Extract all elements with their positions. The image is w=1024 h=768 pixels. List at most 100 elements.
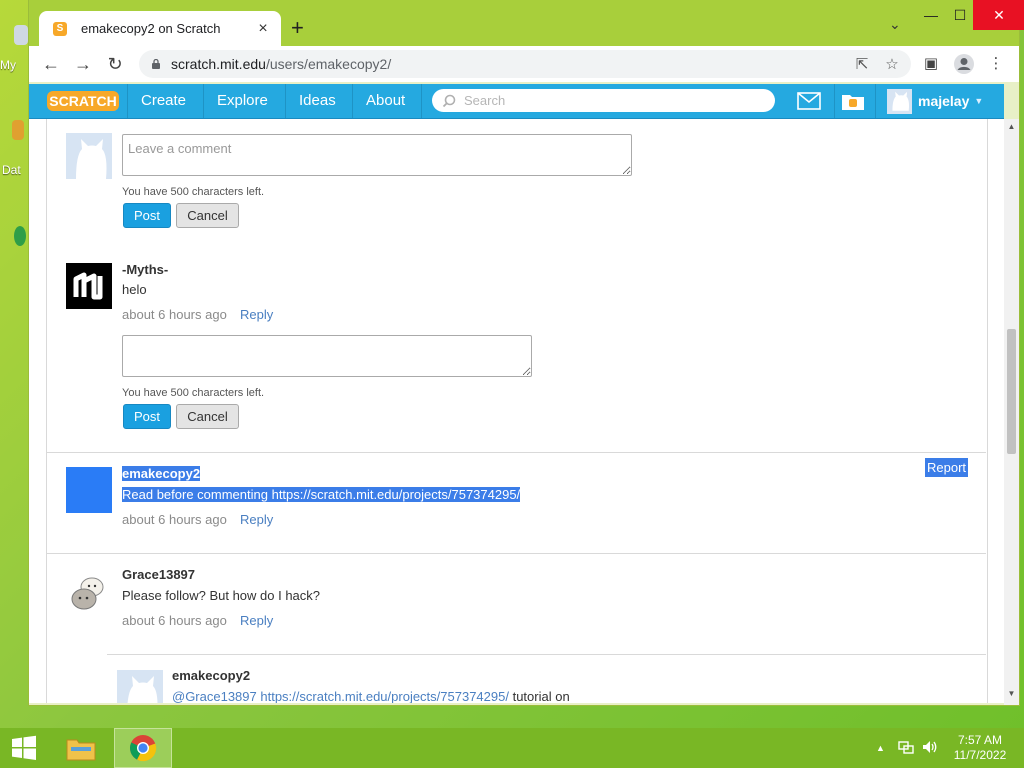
mention-link[interactable]: @Grace13897 bbox=[172, 689, 257, 703]
tab-search-chevron-icon[interactable]: ⌄ bbox=[889, 16, 901, 33]
cat-cartoon-avatar-icon bbox=[66, 569, 112, 615]
desktop-icon-computer[interactable] bbox=[14, 25, 28, 45]
scratch-logo-text: SCRATCH bbox=[49, 93, 116, 109]
vertical-scrollbar[interactable]: ▲ ▼ bbox=[1004, 119, 1019, 705]
desktop-label-my: My bbox=[0, 58, 16, 72]
reply-text-tail: tutorial on bbox=[512, 689, 570, 703]
taskbar-clock[interactable]: 7:57 AM 11/7/2022 bbox=[948, 733, 1012, 763]
comment-timestamp: about 6 hours ago bbox=[122, 307, 227, 322]
search-input[interactable] bbox=[462, 92, 766, 109]
comment-text: Read before commenting https://scratch.m… bbox=[122, 487, 521, 502]
browser-tab-active[interactable]: S emakecopy2 on Scratch × bbox=[39, 11, 281, 46]
scratch-favicon-icon: S bbox=[53, 21, 67, 36]
chrome-taskbar-button[interactable] bbox=[114, 728, 172, 768]
post-comment-button[interactable]: Post bbox=[123, 203, 171, 228]
chrome-menu-icon[interactable]: ⋮ bbox=[985, 53, 1007, 75]
back-arrow-icon[interactable]: ← bbox=[39, 52, 63, 76]
post-reply-button[interactable]: Post bbox=[123, 404, 171, 429]
project-link[interactable]: https://scratch.mit.edu/projects/7573742… bbox=[260, 689, 509, 703]
windows-taskbar: ▲ 7:57 AM 11/7/2022 bbox=[0, 728, 1024, 768]
comment-text: helo bbox=[122, 282, 147, 297]
user-avatar bbox=[887, 88, 912, 114]
address-bar[interactable]: scratch.mit.edu/users/emakecopy2/ ⇱ ☆ bbox=[139, 50, 911, 78]
desktop-label-dat: Dat bbox=[2, 163, 21, 177]
comment-timestamp: about 6 hours ago bbox=[122, 512, 227, 527]
emakecopy2-avatar bbox=[66, 467, 112, 513]
show-hidden-icons-icon[interactable]: ▲ bbox=[876, 743, 885, 753]
reply-text: @Grace13897 https://scratch.mit.edu/proj… bbox=[172, 689, 570, 703]
comment-text: Please follow? But how do I hack? bbox=[122, 588, 321, 603]
window-close-button[interactable]: ✕ bbox=[973, 0, 1024, 30]
volume-icon[interactable] bbox=[922, 740, 938, 757]
nav-separator bbox=[875, 84, 876, 118]
reply-link[interactable]: Reply bbox=[240, 307, 273, 322]
lock-icon bbox=[152, 59, 160, 69]
scroll-down-arrow-icon[interactable]: ▼ bbox=[1004, 686, 1019, 701]
new-comment-textarea[interactable] bbox=[122, 134, 632, 176]
cat-avatar-icon bbox=[887, 88, 912, 114]
reply-divider bbox=[107, 654, 986, 655]
file-explorer-button[interactable] bbox=[58, 728, 104, 768]
nav-separator bbox=[834, 84, 835, 118]
nav-separator bbox=[285, 84, 286, 118]
caret-down-icon: ▼ bbox=[974, 96, 984, 106]
profile-comments-page: You have 500 characters left. Post Cance… bbox=[29, 119, 1004, 703]
comment-timestamp: about 6 hours ago bbox=[122, 613, 227, 628]
maximize-button[interactable]: ☐ bbox=[943, 0, 977, 30]
nav-separator bbox=[203, 84, 204, 118]
myths-logo-icon bbox=[66, 263, 112, 309]
reply-author[interactable]: emakecopy2 bbox=[172, 668, 250, 683]
comment-author[interactable]: Grace13897 bbox=[122, 567, 195, 582]
bookmark-star-icon[interactable]: ☆ bbox=[881, 55, 903, 73]
selected-comment-text: Read before commenting https://scratch.m… bbox=[122, 487, 521, 502]
grace-avatar bbox=[66, 569, 112, 615]
start-button[interactable] bbox=[0, 728, 48, 768]
profile-icon[interactable] bbox=[953, 53, 975, 75]
report-link[interactable]: Report bbox=[925, 458, 969, 477]
url-path: /users/emakecopy2/ bbox=[265, 56, 392, 72]
cancel-reply-button[interactable]: Cancel bbox=[176, 404, 239, 429]
reply-link[interactable]: Reply bbox=[240, 613, 273, 628]
desktop-icon-chrome[interactable] bbox=[14, 226, 26, 246]
nav-create-link[interactable]: Create bbox=[141, 84, 186, 118]
scroll-up-arrow-icon[interactable]: ▲ bbox=[1004, 119, 1019, 134]
browser-toolbar: ← → ↻ scratch.mit.edu/users/emakecopy2/ … bbox=[29, 46, 1019, 82]
cat-avatar-icon bbox=[66, 133, 112, 179]
scrollbar-thumb[interactable] bbox=[1007, 329, 1016, 454]
nav-separator bbox=[421, 84, 422, 118]
reload-icon[interactable]: ↻ bbox=[103, 52, 127, 76]
network-icon[interactable] bbox=[898, 740, 914, 757]
search-icon bbox=[442, 94, 456, 107]
messages-envelope-icon[interactable] bbox=[797, 92, 821, 115]
folder-icon bbox=[66, 739, 96, 761]
nested-reply-avatar bbox=[117, 670, 163, 703]
nav-separator bbox=[352, 84, 353, 118]
side-panel-icon[interactable]: ▣ bbox=[920, 53, 942, 75]
comment-author[interactable]: emakecopy2 bbox=[122, 466, 201, 481]
my-stuff-folder-icon[interactable] bbox=[841, 91, 865, 116]
chars-left-text: You have 500 characters left. bbox=[122, 387, 265, 399]
cat-avatar-icon bbox=[117, 670, 163, 703]
tab-close-icon[interactable]: × bbox=[253, 20, 273, 38]
scratch-logo[interactable]: SCRATCH bbox=[47, 90, 119, 112]
nav-explore-link[interactable]: Explore bbox=[217, 84, 268, 118]
reply-textarea[interactable] bbox=[122, 335, 532, 377]
share-icon[interactable]: ⇱ bbox=[851, 55, 873, 73]
nav-ideas-link[interactable]: Ideas bbox=[299, 84, 336, 118]
forward-arrow-icon[interactable]: → bbox=[71, 52, 95, 76]
user-menu[interactable]: majelay ▼ bbox=[887, 87, 983, 115]
scratch-search-box[interactable] bbox=[432, 89, 775, 112]
myths-avatar bbox=[66, 263, 112, 309]
nav-about-link[interactable]: About bbox=[366, 84, 405, 118]
desktop-icon-folder[interactable] bbox=[12, 120, 24, 140]
reply-link[interactable]: Reply bbox=[240, 512, 273, 527]
new-tab-plus-icon[interactable]: + bbox=[291, 17, 304, 39]
nav-separator bbox=[127, 84, 128, 118]
comment-author[interactable]: -Myths- bbox=[122, 262, 168, 277]
chrome-icon bbox=[130, 735, 157, 762]
cancel-comment-button[interactable]: Cancel bbox=[176, 203, 239, 228]
username-label: majelay bbox=[918, 93, 970, 109]
clock-date: 11/7/2022 bbox=[953, 748, 1007, 762]
scratch-logo-icon: SCRATCH bbox=[47, 91, 119, 111]
address-url[interactable]: scratch.mit.edu/users/emakecopy2/ bbox=[171, 56, 851, 72]
